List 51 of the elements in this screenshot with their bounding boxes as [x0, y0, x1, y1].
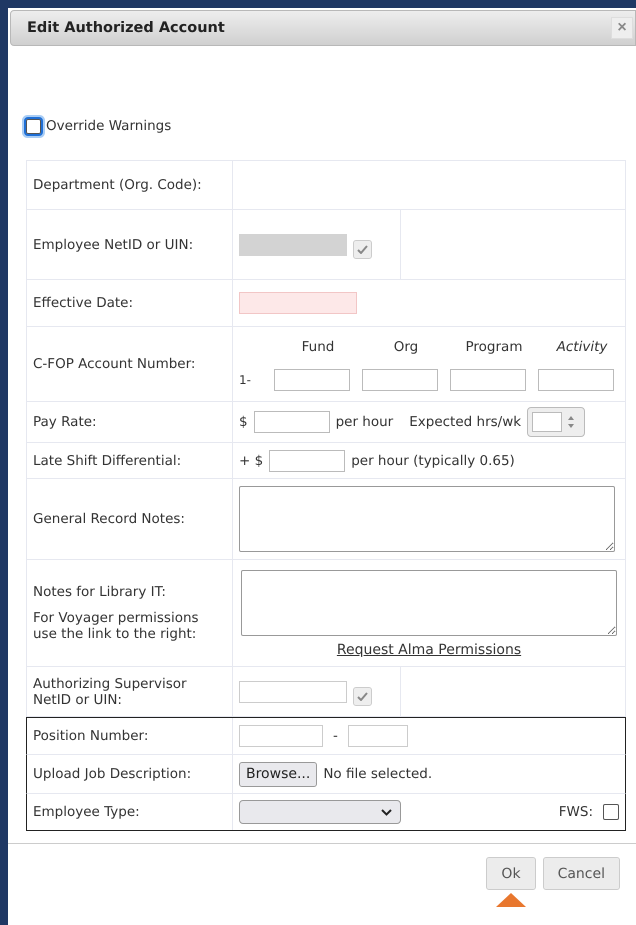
- account-field[interactable]: [538, 369, 614, 391]
- date-field[interactable]: [239, 292, 357, 314]
- notes-field[interactable]: [239, 486, 615, 552]
- currency-sign: + $: [239, 452, 264, 468]
- unit-label: per hour (typically 0.65): [351, 452, 515, 468]
- chevron-down-icon: [381, 808, 392, 816]
- field-label: Employee NetID or UIN:: [33, 236, 194, 252]
- account-field[interactable]: [362, 369, 438, 391]
- browse-button[interactable]: Browse...: [239, 762, 318, 786]
- field-label: C-FOP Account Number:: [33, 356, 196, 372]
- position-suffix-field[interactable]: [348, 725, 408, 747]
- cancel-button[interactable]: Cancel: [542, 857, 620, 890]
- checkbox-label: Override Warnings: [46, 118, 172, 134]
- check-icon: [353, 687, 372, 706]
- hours-label: Expected hrs/wk: [409, 414, 522, 430]
- field-label: Employee Type:: [33, 804, 141, 820]
- field-label: Department (Org. Code):: [33, 177, 203, 193]
- field-hint: For Voyager permissions use the link to the right:: [33, 610, 200, 642]
- position-field[interactable]: [239, 725, 323, 747]
- field-label: Pay Rate:: [33, 414, 98, 430]
- notes-field[interactable]: [241, 570, 617, 636]
- pay-rate-field[interactable]: [254, 411, 330, 433]
- field-label: Late Shift Differential:: [33, 452, 182, 468]
- column-heading: Fund: [300, 339, 336, 357]
- pointer-arrow-icon: [496, 893, 526, 907]
- field-label: Notes for Library IT:: [33, 584, 167, 600]
- column-heading: Program: [464, 339, 524, 357]
- field-label: General Record Notes:: [33, 511, 186, 527]
- file-status: No file selected.: [323, 766, 432, 782]
- dialog-title: Edit Authorized Account: [27, 20, 225, 36]
- separator: -: [333, 728, 338, 744]
- account-field[interactable]: [274, 369, 350, 391]
- field-label: Authorizing Supervisor NetID or UIN:: [33, 676, 188, 708]
- netid-field[interactable]: [239, 680, 347, 702]
- account-field[interactable]: [450, 369, 526, 391]
- unit-label: per hour: [336, 414, 394, 430]
- hours-spinner[interactable]: [527, 407, 586, 437]
- currency-sign: $: [239, 414, 248, 430]
- differential-field[interactable]: [269, 450, 346, 472]
- employee-type-select[interactable]: [239, 800, 401, 824]
- check-icon: [353, 240, 372, 259]
- fws-label: FWS:: [558, 804, 593, 820]
- field-label: Upload Job Description:: [33, 766, 192, 782]
- field-label: Effective Date:: [33, 295, 134, 311]
- ok-button[interactable]: Ok: [486, 857, 536, 890]
- alma-permissions-link[interactable]: Request Alma Permissions: [336, 642, 522, 658]
- fws-checkbox[interactable]: [603, 804, 619, 820]
- column-heading: Activity: [555, 339, 608, 357]
- line-number: 1-: [239, 373, 252, 389]
- column-heading: Org: [392, 339, 420, 357]
- field-label: Position Number:: [33, 728, 150, 744]
